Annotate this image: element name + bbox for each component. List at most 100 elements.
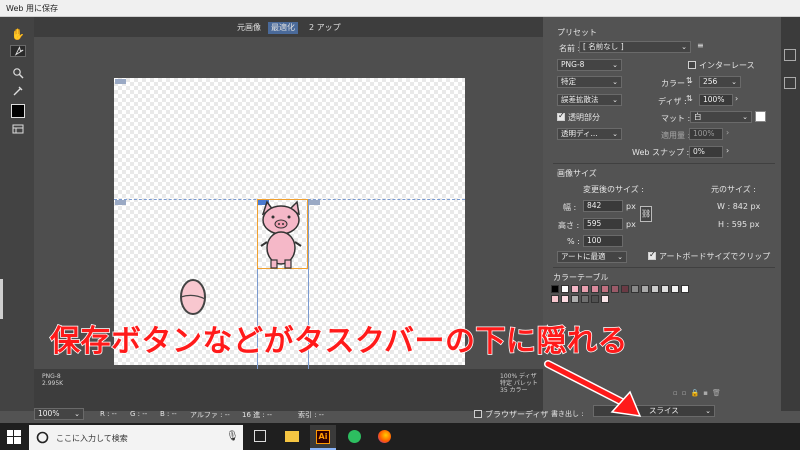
egg-illustration: [180, 279, 206, 315]
color-table[interactable]: [551, 285, 731, 307]
color-swatch[interactable]: [581, 285, 589, 293]
windows-start-icon[interactable]: [7, 430, 21, 444]
file-explorer-icon[interactable]: [285, 431, 299, 442]
illustrator-icon: Ai: [316, 430, 330, 444]
status-bar: 100% ⌄ R : -- G : -- B : -- アルファ : -- 16 …: [34, 405, 548, 423]
color-swatch[interactable]: [601, 285, 609, 293]
panel-toggle-icon[interactable]: [784, 49, 796, 61]
color-swatch[interactable]: [551, 295, 559, 303]
taskbar-active-app[interactable]: Ai: [310, 425, 336, 450]
transparency-dither-select[interactable]: 透明ディ... ⌄: [557, 128, 622, 140]
link-proportions-icon[interactable]: ⛓: [640, 206, 652, 222]
websnap-arrow-icon[interactable]: ›: [726, 146, 729, 155]
eyedropper-color-swatch[interactable]: [10, 103, 26, 119]
window-title: Web 用に保存: [6, 4, 58, 13]
colors-select[interactable]: 256 ⌄: [699, 76, 741, 88]
percent-input[interactable]: 100: [583, 235, 623, 247]
divider: [553, 267, 775, 268]
cortana-icon: [36, 431, 49, 444]
clip-to-artboard-checkbox[interactable]: [648, 250, 656, 260]
slice-tag: [115, 79, 126, 84]
evernote-icon[interactable]: [348, 430, 361, 443]
colors-stepper-icon[interactable]: ⇅: [686, 76, 693, 85]
color-swatch[interactable]: [671, 285, 679, 293]
color-swatch[interactable]: [561, 295, 569, 303]
dither-arrow-icon[interactable]: ›: [735, 94, 738, 103]
dither-stepper-icon[interactable]: ⇅: [686, 94, 693, 103]
fit-select[interactable]: アートに最適 ⌄: [557, 251, 627, 263]
tab-2-up[interactable]: 2 アップ: [306, 22, 344, 34]
color-swatch[interactable]: [571, 285, 579, 293]
zoom-tool-icon[interactable]: [10, 65, 26, 81]
amount-label: 適用量 :: [661, 131, 691, 140]
color-swatch[interactable]: [601, 295, 609, 303]
height-unit: px: [626, 220, 636, 229]
original-size-label: 元のサイズ :: [711, 185, 756, 194]
original-width: W : 842 px: [717, 202, 761, 211]
preview-info: PNG-8 2.995K 100% ディザ 特定 パレット 35 カラー: [34, 369, 543, 395]
taskbar-search-box[interactable]: ここに入力して検索 🎙: [29, 425, 243, 450]
hand-tool-icon[interactable]: ✋: [10, 26, 26, 42]
annotation-text: 保存ボタンなどがタスクバーの下に隠れる: [49, 323, 628, 360]
format-select[interactable]: PNG-8 ⌄: [557, 59, 622, 71]
dither-label: ディザ :: [658, 97, 687, 106]
toggle-slices-visibility-icon[interactable]: [10, 121, 26, 137]
color-swatch[interactable]: [651, 285, 659, 293]
browser-dither-label: ブラウザーディザ: [485, 410, 549, 419]
window-title-bar: Web 用に保存: [0, 0, 800, 17]
height-input[interactable]: 595: [583, 218, 623, 230]
task-view-icon[interactable]: [254, 430, 266, 442]
dither-input[interactable]: 100%: [699, 94, 733, 106]
color-swatch[interactable]: [561, 285, 569, 293]
websnap-input[interactable]: 0%: [689, 146, 723, 158]
amount-input[interactable]: 100%: [689, 128, 723, 140]
matte-select[interactable]: 白 ⌄: [690, 111, 752, 123]
eyedropper-tool-icon[interactable]: [10, 83, 26, 99]
tab-original[interactable]: 元画像: [234, 22, 264, 34]
info-filesize: 2.995K: [42, 380, 64, 387]
firefox-icon[interactable]: [378, 430, 391, 443]
zoom-select[interactable]: 100% ⌄: [34, 408, 84, 420]
original-height: H : 595 px: [718, 220, 760, 229]
color-swatch[interactable]: [631, 285, 639, 293]
color-table-actions[interactable]: ▫▫🔒▪🗑: [673, 389, 733, 397]
color-swatch[interactable]: [641, 285, 649, 293]
readout-r: R : --: [100, 410, 117, 418]
pig-illustration: [260, 200, 302, 269]
tab-optimized[interactable]: 最適化: [268, 22, 298, 34]
percent-label: % :: [567, 237, 580, 246]
preset-name-select[interactable]: [ 名前なし ] ⌄: [579, 41, 691, 53]
width-input[interactable]: 842: [583, 200, 623, 212]
color-swatch[interactable]: [581, 295, 589, 303]
color-swatch[interactable]: [661, 285, 669, 293]
info-format: PNG-8: [42, 373, 61, 380]
matte-label: マット :: [661, 114, 691, 123]
microphone-icon[interactable]: 🎙: [226, 431, 239, 442]
slice-tag: [115, 200, 126, 205]
info-dither: 100% ディザ: [500, 373, 537, 380]
matte-color-swatch[interactable]: [755, 111, 766, 122]
slice-select-tool-icon[interactable]: [10, 45, 26, 57]
color-table-header: カラーテーブル: [553, 273, 609, 282]
transparency-label: 透明部分: [568, 113, 600, 122]
dither-algorithm-select[interactable]: 誤差拡散法 ⌄: [557, 94, 622, 106]
interlace-checkbox[interactable]: [688, 61, 696, 69]
slice-tag: [309, 200, 320, 205]
websnap-label: Web スナップ :: [632, 148, 690, 157]
amount-arrow-icon[interactable]: ›: [726, 128, 729, 137]
preset-menu-icon[interactable]: ≡: [697, 41, 704, 50]
height-label: 高さ :: [558, 221, 580, 230]
color-swatch[interactable]: [611, 285, 619, 293]
browser-dither-checkbox[interactable]: [474, 410, 482, 418]
color-swatch[interactable]: [621, 285, 629, 293]
divider: [553, 163, 775, 164]
info-palette: 特定 パレット: [500, 380, 538, 387]
color-reduction-select[interactable]: 特定 ⌄: [557, 76, 622, 88]
panel-toggle-icon[interactable]: [784, 77, 796, 89]
color-swatch[interactable]: [591, 295, 599, 303]
color-swatch[interactable]: [681, 285, 689, 293]
color-swatch[interactable]: [571, 295, 579, 303]
transparency-checkbox[interactable]: [557, 111, 565, 121]
color-swatch[interactable]: [551, 285, 559, 293]
color-swatch[interactable]: [591, 285, 599, 293]
